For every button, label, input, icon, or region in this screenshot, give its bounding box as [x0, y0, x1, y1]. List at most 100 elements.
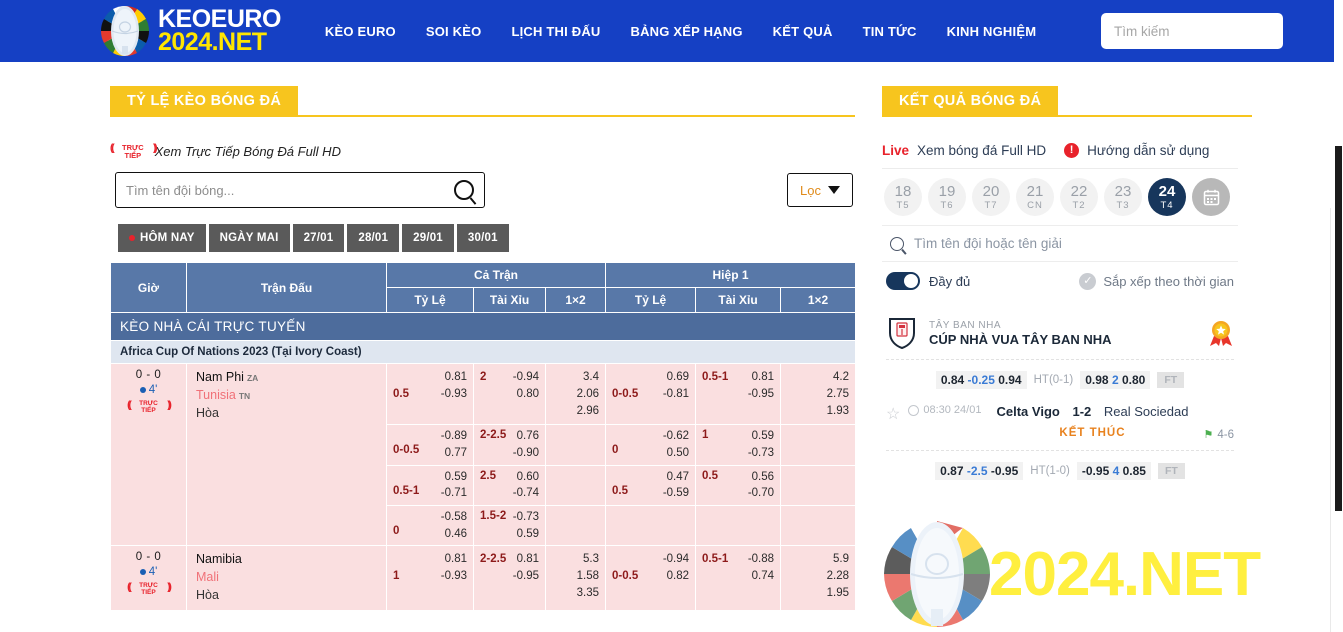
scrollbar-thumb[interactable] — [1335, 146, 1342, 511]
ft-overunder-cell[interactable]: 2-2.5 0.76 -0.90 — [473, 424, 546, 466]
odds-over-value: 0.98 — [1085, 373, 1109, 387]
info-exclamation-icon[interactable]: ! — [1064, 143, 1080, 158]
h1-handicap-cell[interactable]: 0.5 0.47 -0.59 — [605, 464, 697, 506]
date-tab-today[interactable]: HÔM NAY — [118, 224, 206, 253]
ft-overunder-cell[interactable]: 2-2.5 0.81 -0.95 — [473, 545, 546, 611]
away-team-name[interactable]: Tunisia TN — [196, 387, 380, 405]
ft-handicap-cell[interactable]: 0.5 0.81 -0.93 — [386, 363, 474, 426]
result-away-team[interactable]: Real Sociedad — [1104, 404, 1189, 419]
h1-overunder-cell[interactable]: 1 0.59 -0.73 — [695, 424, 782, 466]
h1-handicap-line: 0 — [612, 444, 619, 457]
nav-item-tin-tuc[interactable]: TIN TỨC — [863, 24, 917, 39]
table-row[interactable]: 0 - 0 4' TRỰC TIẾP Nam PhiZA — [110, 363, 857, 547]
nav-item-ket-qua[interactable]: KẾT QUẢ — [773, 24, 833, 39]
odds-under-value: 0.80 — [1121, 373, 1146, 387]
sort-by-time-label[interactable]: Sắp xếp theo thời gian — [1103, 274, 1234, 289]
date-pill-22[interactable]: 22 T2 — [1060, 178, 1098, 216]
match-odds-line-bottom[interactable]: 0.87 -2.5 -0.95 HT(1-0) -0.95 4 0.85 FT — [886, 450, 1234, 489]
odds-section-title: TỶ LỆ KÈO BÓNG ĐÁ — [110, 86, 299, 115]
date-tab-tomorrow[interactable]: NGÀY MAI — [208, 224, 290, 253]
calendar-picker-button[interactable] — [1192, 178, 1230, 216]
table-row[interactable]: 0 - 0 4' TRỰC TIẾP Namibia — [110, 545, 857, 611]
home-team-name[interactable]: Nam Phi ZA — [196, 369, 380, 387]
league-name: Africa Cup Of Nations 2023 (Tại Ivory Co… — [109, 340, 857, 365]
h1-1x2-cell[interactable]: 4.2 2.75 1.93 — [780, 363, 857, 426]
results-column: KẾT QUẢ BÓNG ĐÁ Live Xem bóng đá Full HD… — [870, 62, 1343, 632]
ft-overunder-cell[interactable]: 2 -0.94 0.80 — [473, 363, 546, 426]
match-live-stream-icon[interactable]: TRỰC TIẾP — [117, 400, 180, 415]
match-live-stream-icon[interactable]: TRỰC TIẾP — [117, 582, 180, 597]
ft-handicap-cell[interactable]: 0 -0.58 0.46 — [386, 504, 474, 547]
site-watermark: 2024.NET — [880, 517, 1261, 632]
results-options-row: Đầy đủ ✓ Sắp xếp theo thời gian — [882, 262, 1238, 300]
check-circle-icon[interactable]: ✓ — [1079, 272, 1097, 290]
date-tab-2801[interactable]: 28/01 — [347, 224, 400, 253]
site-logo[interactable]: KEOEURO 2024.NET — [96, 2, 281, 60]
results-search-input[interactable] — [914, 236, 1234, 251]
result-match-row[interactable]: ☆ 08:30 24/01 Celta Vigo 1-2 Real Socied… — [882, 398, 1238, 441]
match-teams-cell: Namibia Mali Hòa — [186, 545, 387, 611]
ft-handicap-cell[interactable]: 1 0.81 -0.93 — [386, 545, 474, 611]
header-search-input[interactable] — [1101, 23, 1283, 39]
odds-home-value: 0.87 — [940, 464, 964, 478]
date-pill-24-selected[interactable]: 24 T4 — [1148, 178, 1186, 216]
ft-overunder-odds-1: -0.94 — [512, 371, 539, 384]
date-pill-19[interactable]: 19 T6 — [928, 178, 966, 216]
h1-1x2-home: 4.2 — [833, 371, 850, 384]
search-icon[interactable] — [454, 180, 474, 201]
h1-handicap-cell[interactable]: 0-0.5 -0.94 0.82 — [605, 545, 697, 611]
away-team-name[interactable]: Mali — [196, 569, 380, 587]
ft-1x2-cell[interactable]: 3.4 2.06 2.96 — [544, 363, 607, 426]
team-search-input[interactable] — [126, 182, 454, 198]
ft-overunder-odds-2: -0.90 — [512, 446, 539, 459]
h1-overunder-line: 1 — [702, 429, 709, 442]
date-pill-21[interactable]: 21 CN — [1016, 178, 1054, 216]
page-scrollbar[interactable] — [1334, 0, 1343, 632]
h1-overunder-cell[interactable]: 0.5-1 -0.88 0.74 — [695, 545, 782, 611]
date-pill-23[interactable]: 23 T3 — [1104, 178, 1142, 216]
live-stream-link[interactable]: TRỰC TIẾP Xem Trực Tiếp Bóng Đá Full HD — [110, 143, 870, 160]
nav-item-lich-thi-dau[interactable]: LỊCH THI ĐẤU — [511, 24, 600, 39]
ft-overunder-cell[interactable]: 1.5-2 -0.73 0.59 — [473, 504, 546, 547]
date-tab-2701[interactable]: 27/01 — [292, 224, 345, 253]
live-stream-link-label[interactable]: Xem bóng đá Full HD — [917, 143, 1046, 158]
date-pill-18[interactable]: 18 T5 — [884, 178, 922, 216]
ft-1x2-cell[interactable]: 5.3 1.58 3.35 — [544, 545, 607, 611]
date-tab-3001[interactable]: 30/01 — [456, 224, 509, 253]
league-row[interactable]: Africa Cup Of Nations 2023 (Tại Ivory Co… — [109, 340, 857, 365]
live-badge-line-2: TIẾP — [124, 150, 142, 160]
watermark-trophy-icon — [880, 517, 995, 632]
h1-handicap-cell[interactable]: 0-0.5 0.69 -0.81 — [605, 363, 697, 426]
team-search-box[interactable] — [115, 172, 485, 209]
h1-handicap-cell[interactable]: 0 -0.62 0.50 — [605, 424, 697, 466]
header-search-box[interactable] — [1101, 13, 1283, 49]
odds-chip-right: -0.95 4 0.85 — [1076, 462, 1151, 480]
results-search-box[interactable] — [882, 225, 1238, 262]
ft-handicap-cell[interactable]: 0.5-1 0.59 -0.71 — [386, 464, 474, 506]
favorite-star-icon[interactable]: ☆ — [886, 404, 900, 424]
h1-1x2-draw: 2.75 — [826, 387, 850, 400]
nav-item-kinh-nghiem[interactable]: KINH NGHIỆM — [947, 24, 1037, 39]
h1-overunder-cell[interactable]: 0.5-1 0.81 -0.95 — [695, 363, 782, 426]
live-stream-label[interactable]: Xem Trực Tiếp Bóng Đá Full HD — [155, 144, 341, 159]
ft-overunder-cell[interactable]: 2.5 0.60 -0.74 — [473, 464, 546, 506]
guide-link-label[interactable]: Hướng dẫn sử dụng — [1087, 143, 1209, 158]
match-odds-line-top[interactable]: 0.84 -0.25 0.94 HT(0-1) 0.98 2 0.80 FT — [886, 359, 1234, 398]
nav-item-bang-xep-hang[interactable]: BẢNG XẾP HẠNG — [631, 24, 743, 39]
filter-button[interactable]: Lọc — [787, 173, 853, 208]
nav-item-soi-keo[interactable]: SOI KÈO — [426, 24, 482, 39]
h1-handicap-line: 0-0.5 — [612, 570, 639, 583]
date-pill-20[interactable]: 20 T7 — [972, 178, 1010, 216]
h1-1x2-cell[interactable]: 5.9 2.28 1.95 — [780, 545, 857, 611]
ft-handicap-line: 0-0.5 — [393, 444, 420, 457]
league-header-card[interactable]: TÂY BAN NHA CÚP NHÀ VUA TÂY BAN NHA — [882, 300, 1238, 350]
date-tab-2901[interactable]: 29/01 — [402, 224, 454, 253]
home-team-name[interactable]: Namibia — [196, 551, 380, 569]
result-status: KẾT THÚC — [1059, 427, 1126, 439]
result-home-team[interactable]: Celta Vigo — [997, 404, 1060, 419]
nav-item-keo-euro[interactable]: KÈO EURO — [325, 24, 396, 39]
h1-overunder-cell[interactable]: 0.5 0.56 -0.70 — [695, 464, 782, 506]
h1-overunder-odds-1: 0.59 — [751, 430, 775, 443]
ft-handicap-cell[interactable]: 0-0.5 -0.89 0.77 — [386, 424, 474, 466]
full-detail-toggle[interactable] — [886, 272, 920, 290]
